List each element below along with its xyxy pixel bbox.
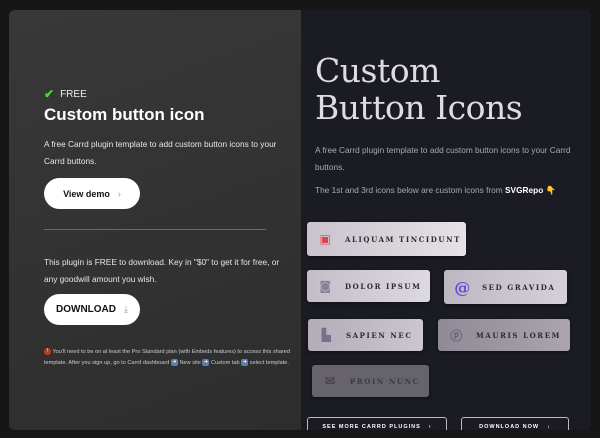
download-now-button[interactable]: DOWNLOAD NOW ↓ [461, 417, 569, 430]
envelope-icon: ✉ [325, 374, 337, 388]
button-mauris-lorem[interactable]: ⓟ MAURIS LOREM [438, 319, 570, 351]
free-badge: ✔ FREE [44, 87, 87, 101]
button-dolor-ipsum[interactable]: ◙ DOLOR IPSUM [307, 270, 430, 302]
preview-description: A free Carrd plugin template to add cust… [315, 145, 571, 172]
plan-note: ! You'll need to be on at least the Pro … [44, 347, 294, 369]
checkmark-icon: ✔ [44, 87, 55, 101]
button-label: DOLOR IPSUM [345, 281, 422, 291]
product-description: A free Carrd plugin template to add cust… [44, 139, 277, 166]
pointing-hand-icon: 👇 [545, 185, 556, 195]
robot-icon: ▣ [319, 232, 333, 246]
instagram-icon: ◙ [319, 279, 333, 293]
button-sed-gravida[interactable]: @ SED GRAVIDA [444, 270, 567, 304]
divider [44, 229, 266, 230]
credit-text: The 1st and 3rd icons below are custom i… [315, 185, 503, 195]
button-label: DOWNLOAD NOW [479, 424, 540, 430]
button-label: SAPIEN NEC [346, 330, 413, 340]
button-label: PROIN NUNC [350, 376, 420, 386]
info-panel: ✔ FREE Custom button icon A free Carrd pl… [9, 10, 301, 430]
page-frame: ✔ FREE Custom button icon A free Carrd pl… [9, 10, 591, 430]
button-label: MAURIS LOREM [476, 330, 561, 340]
credit-line: The 1st and 3rd icons below are custom i… [315, 185, 556, 196]
button-aliquam-tincidunt[interactable]: ▣ ALIQUAM TINCIDUNT [307, 222, 466, 256]
note-text: New site [179, 360, 201, 366]
button-label: SEE MORE CARRD PLUGINS [322, 424, 421, 430]
download-icon: ↓ [547, 424, 551, 430]
alert-icon: ! [44, 348, 51, 356]
view-demo-label: View demo [63, 188, 110, 199]
arrow-right-icon: ➜ [170, 359, 178, 367]
download-button[interactable]: DOWNLOAD ⤓ [44, 294, 140, 325]
note-text: Custom tab [211, 360, 240, 366]
button-label: ALIQUAM TINCIDUNT [345, 234, 461, 244]
button-sapien-nec[interactable]: ▙ SAPIEN NEC [308, 319, 423, 351]
button-proin-nunc[interactable]: ✉ PROIN NUNC [312, 365, 429, 397]
chevron-right-icon: › [428, 424, 432, 430]
spiral-icon: @ [454, 277, 472, 297]
preview-panel: Custom Button Icons A free Carrd plugin … [301, 10, 591, 430]
pinterest-icon: ⓟ [450, 328, 464, 343]
inbox-icon: ▙ [321, 328, 333, 342]
button-label: SED GRAVIDA [482, 282, 556, 292]
note-text: select template. [249, 360, 289, 366]
download-icon: ⤓ [124, 304, 128, 314]
download-label: DOWNLOAD [56, 304, 116, 315]
preview-title: Custom Button Icons [315, 51, 523, 127]
badge-label: FREE [60, 88, 87, 100]
see-more-plugins-button[interactable]: SEE MORE CARRD PLUGINS › [307, 417, 447, 430]
pricing-text: This plugin is FREE to download. Key in … [44, 257, 280, 284]
svgrepo-link[interactable]: SVGRepo [505, 185, 543, 195]
arrow-right-icon: ➜ [241, 359, 249, 367]
chevron-right-icon: › [117, 188, 121, 199]
arrow-right-icon: ➜ [202, 359, 210, 367]
product-title: Custom button icon [44, 105, 205, 124]
view-demo-button[interactable]: View demo › [44, 178, 140, 209]
